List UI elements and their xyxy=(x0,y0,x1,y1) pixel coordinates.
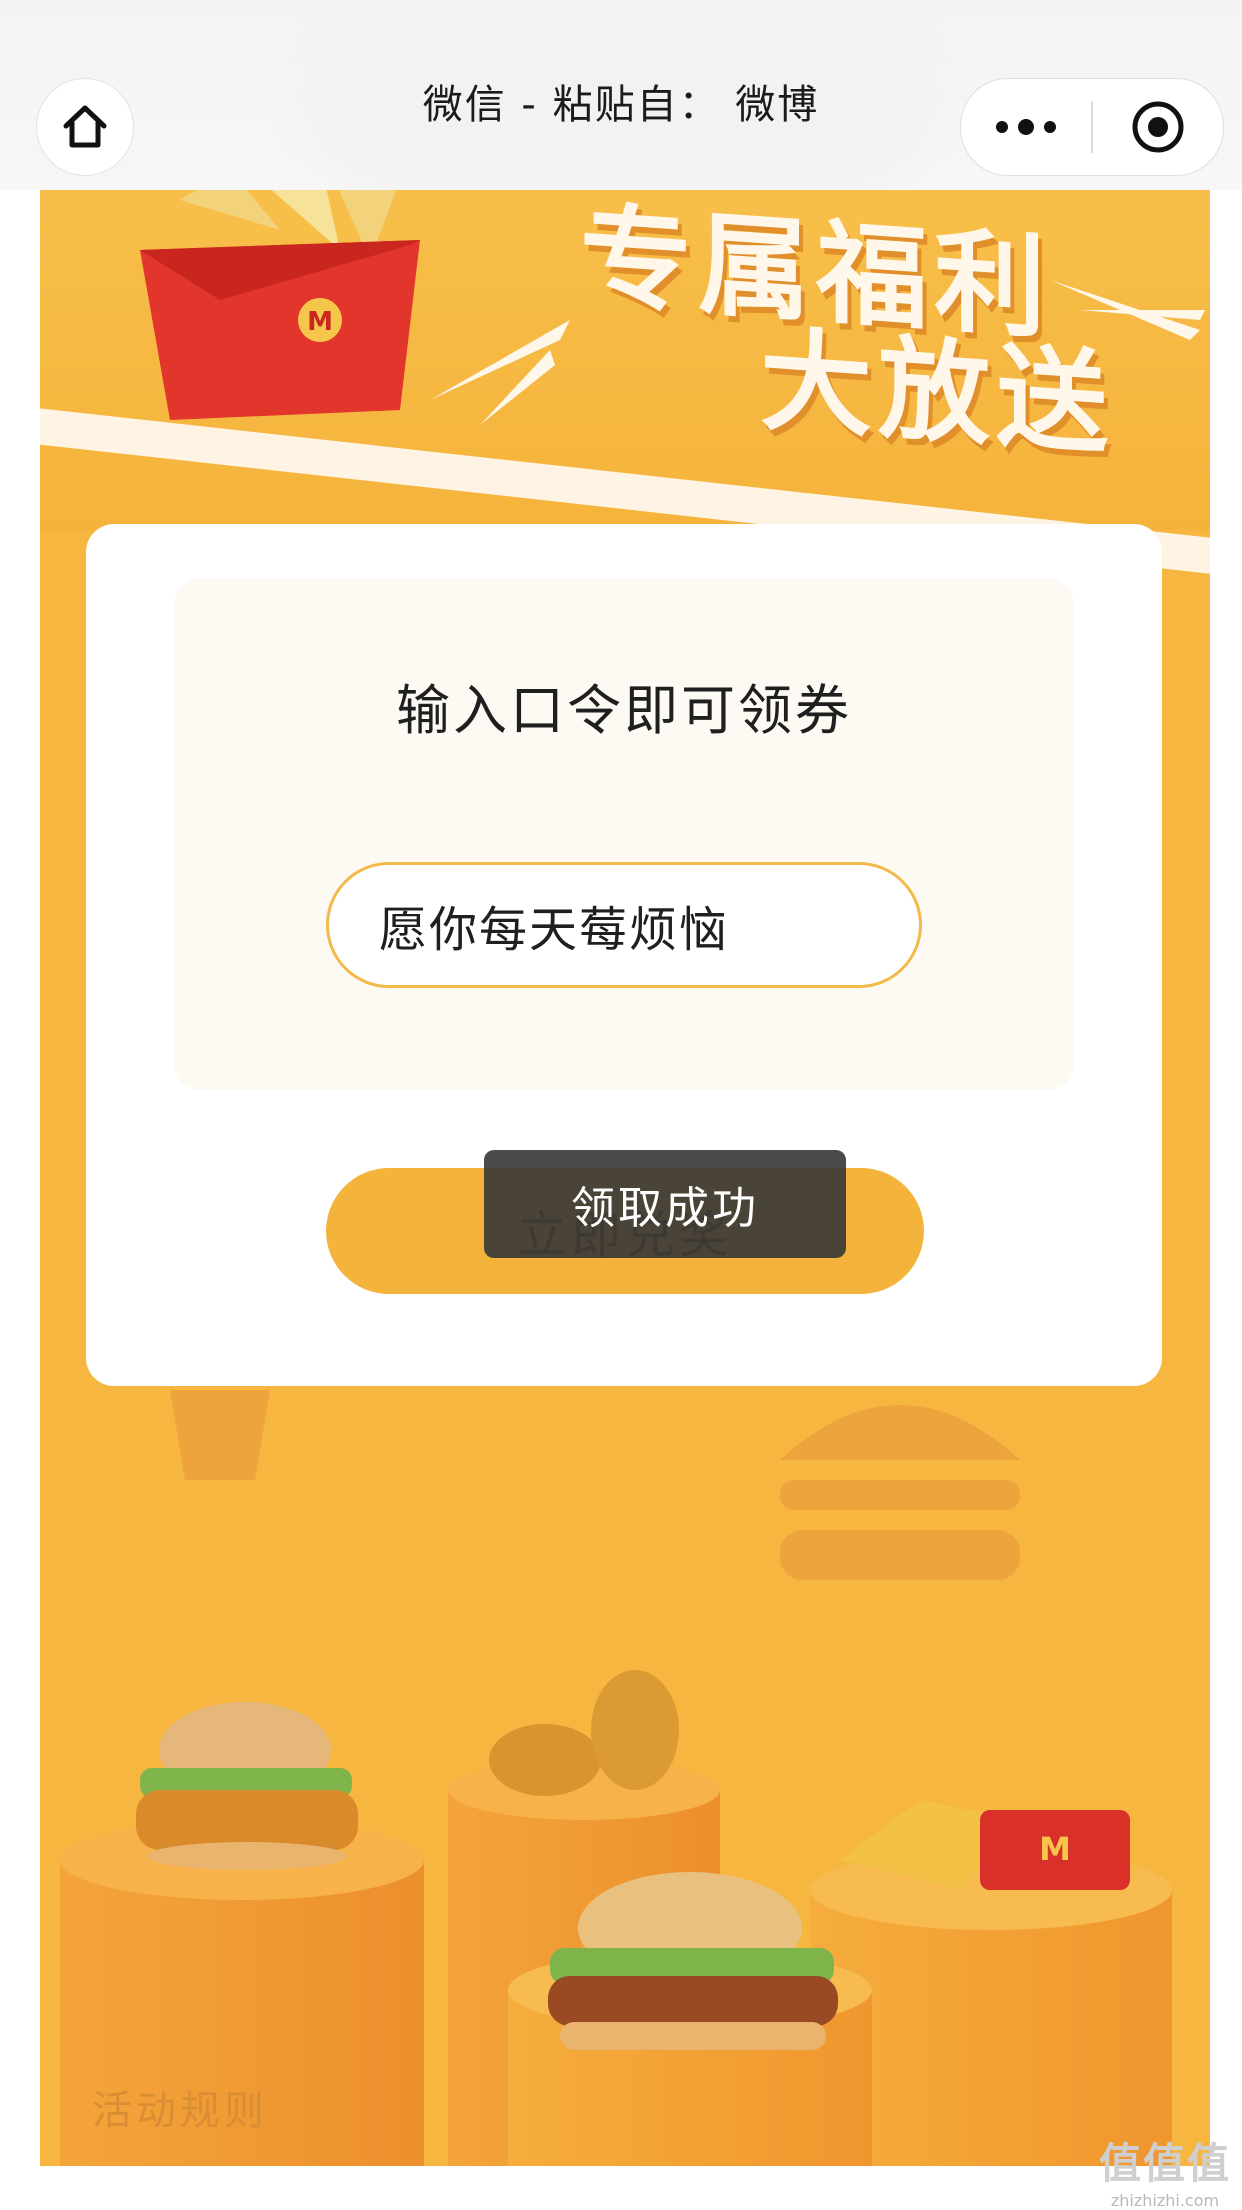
home-button[interactable] xyxy=(36,78,134,176)
rules-link[interactable]: 活动规则 xyxy=(92,2078,268,2136)
site-watermark: 值值值 zhizhizhi.com xyxy=(1090,2130,1240,2210)
sparkle-lines-right xyxy=(1050,280,1205,340)
card-heading: 输入口令即可领券 xyxy=(396,679,852,742)
activity-page: M 专属福利 大放送 输入口令即可领券 愿你每天莓烦恼 立即兑奖 领取成功 xyxy=(40,190,1210,2166)
mini-program-topbar: 微信 - 粘贴自： 微博 xyxy=(0,0,1242,190)
svg-text:M: M xyxy=(307,307,333,337)
code-input[interactable]: 愿你每天莓烦恼 xyxy=(326,862,922,988)
redeem-card: 输入口令即可领券 愿你每天莓烦恼 立即兑奖 领取成功 xyxy=(86,524,1162,1386)
sparkle-lines-left xyxy=(430,320,570,425)
capsule-menu xyxy=(960,78,1224,176)
home-icon xyxy=(63,105,107,148)
success-toast: 领取成功 xyxy=(484,1150,846,1258)
code-panel xyxy=(174,578,1074,1090)
svg-text:M: M xyxy=(1039,1830,1071,1868)
close-button[interactable] xyxy=(1093,79,1223,175)
more-button[interactable] xyxy=(961,79,1091,175)
more-dots-icon xyxy=(996,119,1056,135)
watermark-site: zhizhizhi.com xyxy=(1110,2191,1220,2210)
watermark-logo: 值值值 xyxy=(1098,2139,1231,2188)
promo-banner: M 专属福利 大放送 xyxy=(40,190,1210,583)
target-close-icon xyxy=(1132,101,1184,153)
product-pedestals-illustration: M xyxy=(60,1670,1172,2166)
